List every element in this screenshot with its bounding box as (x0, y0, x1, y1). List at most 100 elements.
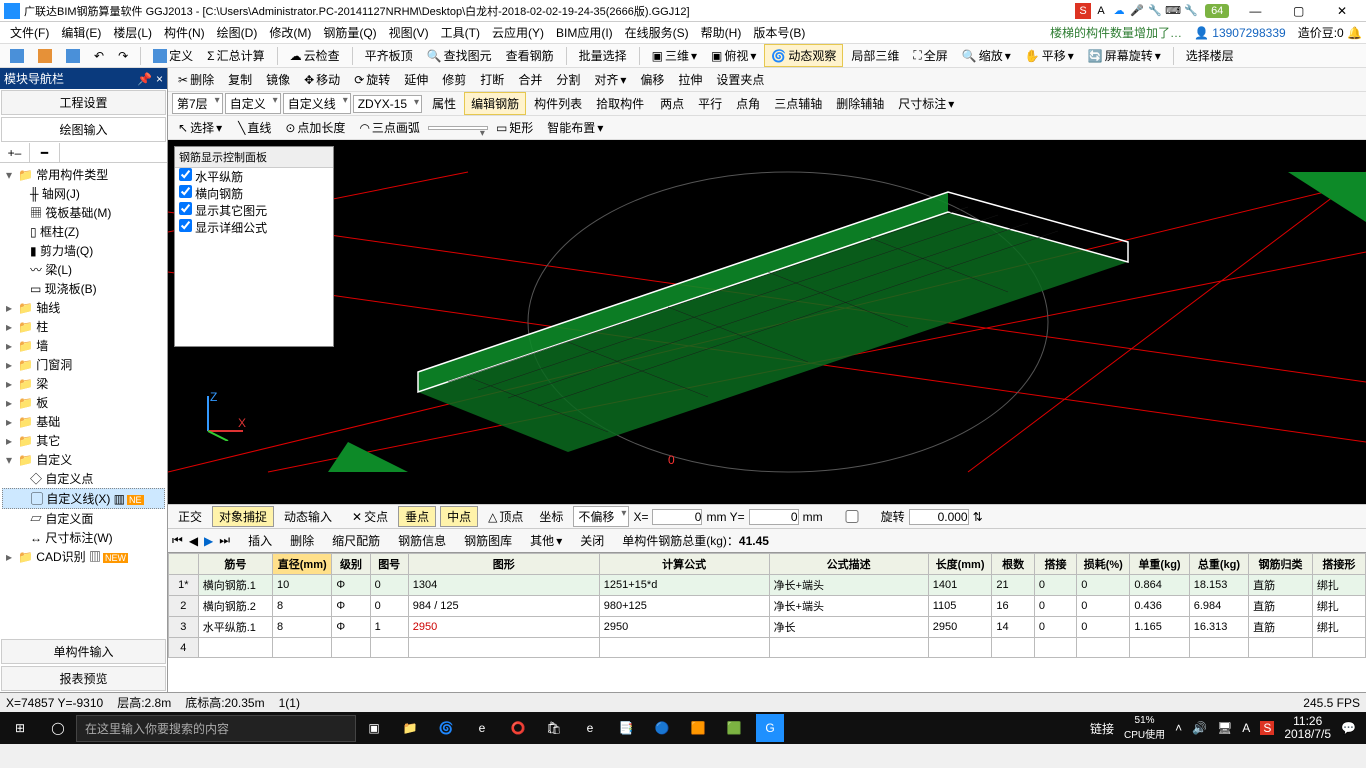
menu-tools[interactable]: 工具(T) (435, 22, 486, 43)
rotate-toggle[interactable] (827, 510, 877, 523)
stepper-icon[interactable]: ⇅ (973, 510, 983, 524)
menu-version[interactable]: 版本号(B) (747, 22, 811, 43)
menu-view[interactable]: 视图(V) (383, 22, 435, 43)
tray-volume-icon[interactable]: 🔊 (1192, 721, 1207, 735)
new-button[interactable] (4, 47, 30, 65)
menu-help[interactable]: 帮助(H) (695, 22, 748, 43)
local-3d-button[interactable]: 局部三维 (845, 45, 905, 66)
app-2[interactable]: 🌀 (432, 714, 460, 742)
arc-mode-select[interactable] (428, 126, 488, 130)
extend-button[interactable]: 延伸 (398, 69, 434, 90)
parallel-button[interactable]: 平行 (692, 93, 728, 114)
stretch-button[interactable]: 拉伸 (672, 69, 708, 90)
next-button[interactable]: ▶ (204, 534, 213, 548)
select-tool[interactable]: ↖ 选择 ▾ (172, 117, 228, 138)
osnap-toggle[interactable]: 对象捕捉 (212, 506, 274, 527)
opt-trans[interactable] (179, 185, 192, 198)
define-button[interactable]: 定义 (147, 45, 199, 66)
snap-intersection[interactable]: ✕ 交点 (346, 506, 394, 527)
orbit-button[interactable]: 🌀 动态观察 (764, 44, 843, 67)
first-button[interactable]: ⏮ (172, 533, 183, 548)
snap-midpoint[interactable]: 中点 (440, 506, 478, 527)
pick-component-button[interactable]: 拾取构件 (590, 93, 650, 114)
move-button[interactable]: ✥ 移动 (298, 69, 346, 90)
insert-row-button[interactable]: 插入 (242, 530, 278, 551)
tray-net-icon[interactable]: 🖥 (1217, 721, 1232, 735)
update-badge[interactable]: 64 (1205, 4, 1229, 18)
point-angle-button[interactable]: 点角 (730, 93, 766, 114)
split-button[interactable]: 分割 (550, 69, 586, 90)
other-button[interactable]: 其他 ▾ (524, 530, 568, 551)
three-point-aux-button[interactable]: 三点辅轴 (768, 93, 828, 114)
ime-toolbar[interactable]: SA☁🎤🔧⌨🔧 (1075, 3, 1199, 19)
screen-rotate-button[interactable]: 🔄 屏幕旋转 ▾ (1082, 45, 1167, 66)
open-button[interactable] (32, 47, 58, 65)
delete-row-button[interactable]: 删除 (284, 530, 320, 551)
3d-button[interactable]: ▣ 三维 ▾ (646, 45, 703, 66)
dimension-button[interactable]: 尺寸标注 ▾ (892, 93, 960, 114)
scale-rebar-button[interactable]: 缩尺配筋 (326, 530, 386, 551)
last-button[interactable]: ⏭ (219, 533, 230, 548)
floor-select[interactable]: 第7层 (172, 93, 223, 114)
break-button[interactable]: 打断 (474, 69, 510, 90)
save-button[interactable] (60, 47, 86, 65)
start-button[interactable]: ⊞ (0, 721, 40, 735)
fullscreen-button[interactable]: ⛶ 全屏 (907, 45, 953, 66)
snap-coord[interactable]: 坐标 (533, 506, 569, 527)
app-edge[interactable]: e (468, 714, 496, 742)
grip-button[interactable]: 设置夹点 (710, 69, 770, 90)
cortana-icon[interactable]: ◯ (44, 714, 72, 742)
prev-button[interactable]: ◀ (189, 534, 198, 548)
level-slab-button[interactable]: 平齐板顶 (359, 45, 419, 66)
app-ie[interactable]: e (576, 714, 604, 742)
rect-tool[interactable]: ▭ 矩形 (490, 117, 539, 138)
section-single-input[interactable]: 单构件输入 (1, 639, 166, 664)
cloud-check-button[interactable]: ☁ 云检查 (284, 45, 346, 66)
app-6[interactable]: 🟧 (684, 714, 712, 742)
delete-aux-button[interactable]: 删除辅轴 (830, 93, 890, 114)
section-project-settings[interactable]: 工程设置 (1, 90, 166, 115)
close-panel-icon[interactable]: × (156, 72, 163, 86)
app-1[interactable]: 📁 (396, 714, 424, 742)
opt-horiz-long[interactable] (179, 168, 192, 181)
tab-tools[interactable]: ━ (30, 143, 60, 162)
sum-calc-button[interactable]: Σ 汇总计算 (201, 45, 270, 66)
edit-rebar-button[interactable]: 编辑钢筋 (464, 92, 526, 115)
undo-button[interactable]: ↶ (88, 47, 110, 65)
minimize-button[interactable]: — (1235, 4, 1275, 18)
component-tree[interactable]: ▾📁 常用构件类型 ╫ 轴网(J) ▦ 筏板基础(M) ▯ 框柱(Z) ▮ 剪力… (0, 163, 167, 638)
taskview-icon[interactable]: ▣ (360, 714, 388, 742)
menu-draw[interactable]: 绘图(D) (211, 22, 264, 43)
menu-floor[interactable]: 楼层(L) (107, 22, 158, 43)
batch-select-button[interactable]: 批量选择 (573, 45, 633, 66)
app-4[interactable]: 📑 (612, 714, 640, 742)
zoom-button[interactable]: 🔍 缩放 ▾ (956, 45, 1017, 66)
properties-button[interactable]: 属性 (426, 93, 462, 114)
tray-clock[interactable]: 11:262018/7/5 (1284, 715, 1331, 741)
menu-file[interactable]: 文件(F) (4, 22, 55, 43)
tab-add[interactable]: +‒ (0, 143, 30, 162)
align-button[interactable]: 对齐 ▾ (588, 69, 632, 90)
app-5[interactable]: 🔵 (648, 714, 676, 742)
rebar-info-button[interactable]: 钢筋信息 (392, 530, 452, 551)
menu-rebar[interactable]: 钢筋量(Q) (317, 22, 382, 43)
tray-link[interactable]: 链接 (1090, 720, 1114, 737)
user-id[interactable]: 👤 13907298339 (1194, 26, 1286, 40)
pin-icon[interactable]: 📌 (137, 72, 152, 86)
join-button[interactable]: 合并 (512, 69, 548, 90)
x-input[interactable] (652, 509, 702, 525)
mirror-button[interactable]: 镜像 (260, 69, 296, 90)
tray-cpu[interactable]: 51% CPU使用 (1124, 715, 1165, 741)
rebar-lib-button[interactable]: 钢筋图库 (458, 530, 518, 551)
point-length-tool[interactable]: ⊙ 点加长度 (279, 117, 351, 138)
tray-ime-a[interactable]: A (1242, 721, 1250, 735)
app-3[interactable]: ⭕ (504, 714, 532, 742)
menu-online[interactable]: 在线服务(S) (619, 22, 695, 43)
find-element-button[interactable]: 🔍 查找图元 (421, 45, 498, 66)
select-floor-button[interactable]: 选择楼层 (1180, 45, 1240, 66)
smart-layout-tool[interactable]: 智能布置 ▾ (541, 117, 609, 138)
menu-edit[interactable]: 编辑(E) (55, 22, 107, 43)
menu-bim[interactable]: BIM应用(I) (550, 22, 619, 43)
section-draw-input[interactable]: 绘图输入 (1, 117, 166, 142)
view-rebar-button[interactable]: 查看钢筋 (500, 45, 560, 66)
